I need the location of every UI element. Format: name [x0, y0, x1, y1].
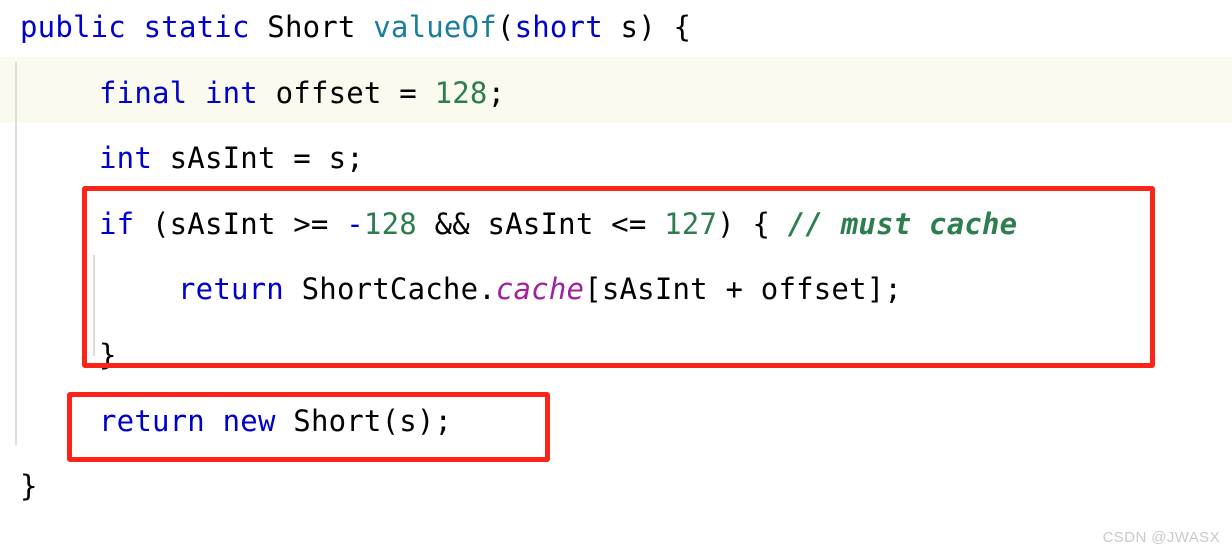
code-editor-surface: public static Short valueOf(short s) { fi… [0, 0, 1232, 554]
code-token-kw: int [204, 75, 258, 110]
code-token-plain: ) { [717, 206, 788, 241]
code-token-kw: - [346, 206, 364, 241]
code-token-plain: && sAsInt <= [416, 206, 665, 241]
code-token-kw: public [20, 10, 126, 44]
code-token-plain: [sAsInt + offset]; [584, 272, 903, 307]
code-token-kw: return [99, 403, 205, 438]
code-token-kw: short [514, 10, 603, 44]
code-token-num: 128 [363, 206, 417, 241]
code-token-method: valueOf [373, 10, 497, 44]
code-token-plain: } [99, 338, 117, 372]
code-token-kw: final [99, 75, 188, 110]
code-line[interactable]: return new Short(s); [99, 404, 452, 438]
code-token-type: Short [267, 10, 356, 44]
code-token-plain: sAsInt = s; [151, 141, 364, 176]
code-line[interactable]: if (sAsInt >= -128 && sAsInt <= 127) { /… [99, 207, 1017, 241]
code-token-plain: ShortCache. [283, 272, 496, 307]
code-token-plain: ; [487, 75, 506, 110]
code-line[interactable]: return ShortCache.cache[sAsInt + offset]… [178, 272, 902, 306]
code-line[interactable]: int sAsInt = s; [99, 141, 364, 175]
code-line[interactable]: public static Short valueOf(short s) { [20, 10, 691, 44]
code-token-plain: ( [496, 10, 515, 44]
code-line[interactable]: } [20, 469, 38, 503]
code-token-plain: offset = [257, 75, 435, 110]
watermark-text: CSDN @JWASX [1102, 529, 1220, 546]
code-token-kw: return [178, 272, 284, 307]
code-token-comment: // must cache [787, 206, 1018, 241]
code-token-plain: (sAsInt >= [134, 206, 347, 241]
code-token-plain: Short(s); [275, 403, 453, 438]
code-token-kw: if [99, 206, 135, 241]
indent-guide-level-1 [15, 62, 17, 445]
code-token-plain: } [20, 469, 38, 504]
code-token-field: cache [495, 272, 585, 307]
code-line[interactable]: final int offset = 128; [99, 76, 505, 110]
code-line[interactable]: } [99, 338, 117, 372]
indent-guide-level-2 [93, 255, 95, 356]
code-token-kw: new [222, 403, 276, 438]
code-token-kw: int [99, 141, 152, 176]
code-token-num: 128 [434, 75, 488, 110]
code-token-plain: s) { [602, 10, 692, 44]
code-token-num: 127 [664, 206, 718, 241]
code-token-kw: static [143, 10, 250, 44]
